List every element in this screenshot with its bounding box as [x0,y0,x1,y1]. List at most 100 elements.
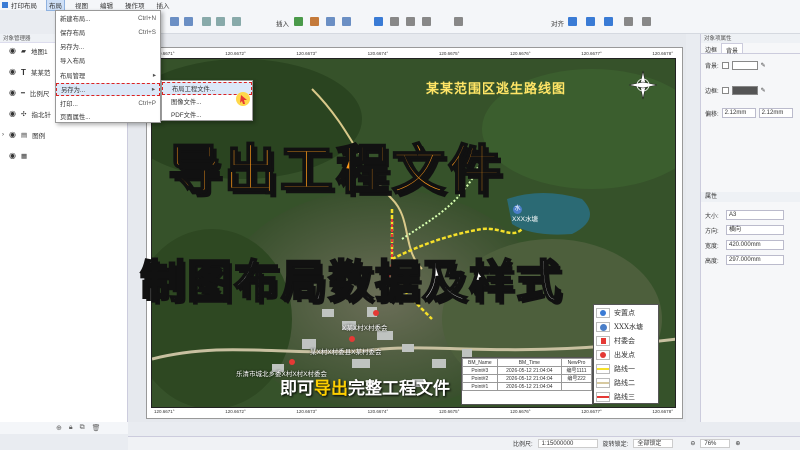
undo-icon[interactable] [170,17,179,26]
menu-item-save[interactable]: 保存布局 Ctrl+S [56,26,160,39]
lock-select[interactable]: 全部锁定 [633,439,674,448]
menu-label: 布局工程文件... [172,86,216,93]
caption-text: 即可 [280,379,314,399]
menu-item-manage[interactable]: 布局管理 ▸ [56,69,160,82]
text-icon[interactable] [374,17,383,26]
menu-edit[interactable]: 编辑 [98,0,115,10]
color-swatch[interactable] [731,61,758,70]
table-icon[interactable] [406,17,415,26]
legend-icon[interactable] [326,17,335,26]
group-icon[interactable] [624,17,633,26]
layer-item[interactable]: ◉ ▦ [0,151,127,161]
zoom-in-icon[interactable] [202,17,211,26]
image-icon[interactable] [310,17,319,26]
menu-item-save-as[interactable]: 另存为... [56,40,160,53]
table-header: BM_Name [462,358,498,367]
width-input[interactable]: 420.000mm [726,240,784,250]
map-icon[interactable] [294,17,303,26]
eye-icon[interactable]: ◉ [9,110,16,118]
arrow-icon[interactable] [422,17,431,26]
field-label: 宽度: [705,243,719,250]
eye-icon[interactable]: ◉ [9,68,16,76]
menu-item-export[interactable]: 另存为... ▸ [56,83,160,96]
orientation-select[interactable]: 横向 [726,225,784,235]
submenu-item-pdf[interactable]: PDF文件... [162,108,252,121]
cursor-highlight [236,92,250,106]
height-input[interactable]: 297.000mm [726,255,784,265]
coordinate-tick: 120.6673° [296,51,317,56]
table-cell: 编号222 [561,374,592,383]
scalebar-icon[interactable] [342,17,351,26]
coordinate-tick: 120.6678° [652,409,673,414]
layer-label: 比例尺 [29,91,50,98]
checkbox[interactable] [721,87,729,94]
coordinate-tick: 120.6671° [154,409,175,414]
menu-item-new[interactable]: 新建布局... Ctrl+N [56,12,160,25]
offset-row: 偏移: 2.12mm 2.12mm [705,108,793,118]
shape-icon[interactable] [390,17,399,26]
legend-label: 村委会 [614,337,635,345]
expand-icon[interactable]: › [2,132,4,138]
menu-action[interactable]: 操作项 [123,0,147,10]
layout-menu-dropdown: 新建布局... Ctrl+N 保存布局 Ctrl+S 另存为... 导入布局 布局管… [55,10,161,123]
layer-label: 指北针 [31,112,51,119]
village-marker [289,359,295,365]
align-center-icon[interactable] [586,17,595,26]
menu-item-print[interactable]: 打印... Ctrl+P [56,97,160,110]
size-select[interactable]: A3 [726,210,784,220]
layer-label: 图例 [32,133,46,140]
chevron-right-icon: ▸ [152,72,156,79]
align-left-icon[interactable] [568,17,577,26]
tab-border[interactable]: 边框 [701,43,721,54]
eyedropper-icon[interactable]: ✎ [761,62,766,69]
fit-icon[interactable] [232,17,241,26]
attribute-table[interactable]: BM_Name BM_Time NewPro Point#3 2026-05-1… [461,357,593,405]
coordinate-tick: 120.6677° [581,409,602,414]
lock-icon[interactable] [642,17,651,26]
eye-icon[interactable]: ◉ [9,89,16,97]
copy-icon[interactable]: ⧉ [80,424,85,432]
offset-y-input[interactable]: 2.12mm [758,108,793,118]
zoom-out-button[interactable]: ⊖ [690,440,695,447]
menu-label: 另存为... [61,87,86,94]
delete-icon[interactable]: 🗑︎ [92,424,101,432]
checkbox[interactable] [721,62,729,69]
redo-icon[interactable] [184,17,193,26]
scale-input[interactable]: 1:15000000 [537,439,598,448]
zoom-in-button[interactable]: ⊕ [735,440,740,447]
compass-icon[interactable] [454,17,463,26]
table-cell: 2026-05-12 21:04:04 [496,382,563,391]
legend-item: 村委会 [596,335,658,347]
zoom-out-icon[interactable] [216,17,225,26]
eye-icon[interactable]: ◉ [9,47,16,55]
menu-label: 打印... [60,101,78,108]
eyedropper-icon[interactable]: ✎ [761,87,766,94]
align-right-icon[interactable] [604,17,613,26]
coordinate-tick: 120.6675° [438,51,460,56]
table-header: NewPro [561,358,592,367]
field-label: 背景: [705,64,719,70]
compass-icon: ✣ [20,111,27,118]
map-legend[interactable]: 安置点 XXX水塘 村委会 出发点 路线一 路线二 路线三 [593,304,659,404]
layer-item[interactable]: › ◉ ▤ 图例 [0,130,127,141]
offset-x-input[interactable]: 2.12mm [721,108,756,118]
add-icon[interactable]: ⊕ [56,424,62,432]
menu-item-page-props[interactable]: 页面属性... [56,110,160,123]
tab-background[interactable]: 背景 [721,43,744,55]
menu-view[interactable]: 视图 [73,0,90,10]
scalebar-icon: ━ [20,90,25,97]
legend-item: XXX水塘 [596,321,658,333]
menu-insert[interactable]: 插入 [155,0,172,10]
table-icon: ▦ [20,153,28,160]
color-swatch[interactable] [731,86,758,95]
coordinate-tick: 120.6676° [510,409,531,414]
field-label: 偏移: [705,111,719,118]
eye-icon[interactable]: ◉ [9,131,16,139]
lock-icon[interactable]: 🔒︎ [69,424,73,432]
eye-icon[interactable]: ◉ [9,152,16,160]
menu-item-import[interactable]: 导入布局 [56,54,160,67]
north-arrow-icon [628,70,658,100]
menu-label: 保存布局 [60,30,86,37]
zoom-select[interactable]: 76% [700,439,731,448]
village-label: X某X村X村委会 [342,325,388,332]
